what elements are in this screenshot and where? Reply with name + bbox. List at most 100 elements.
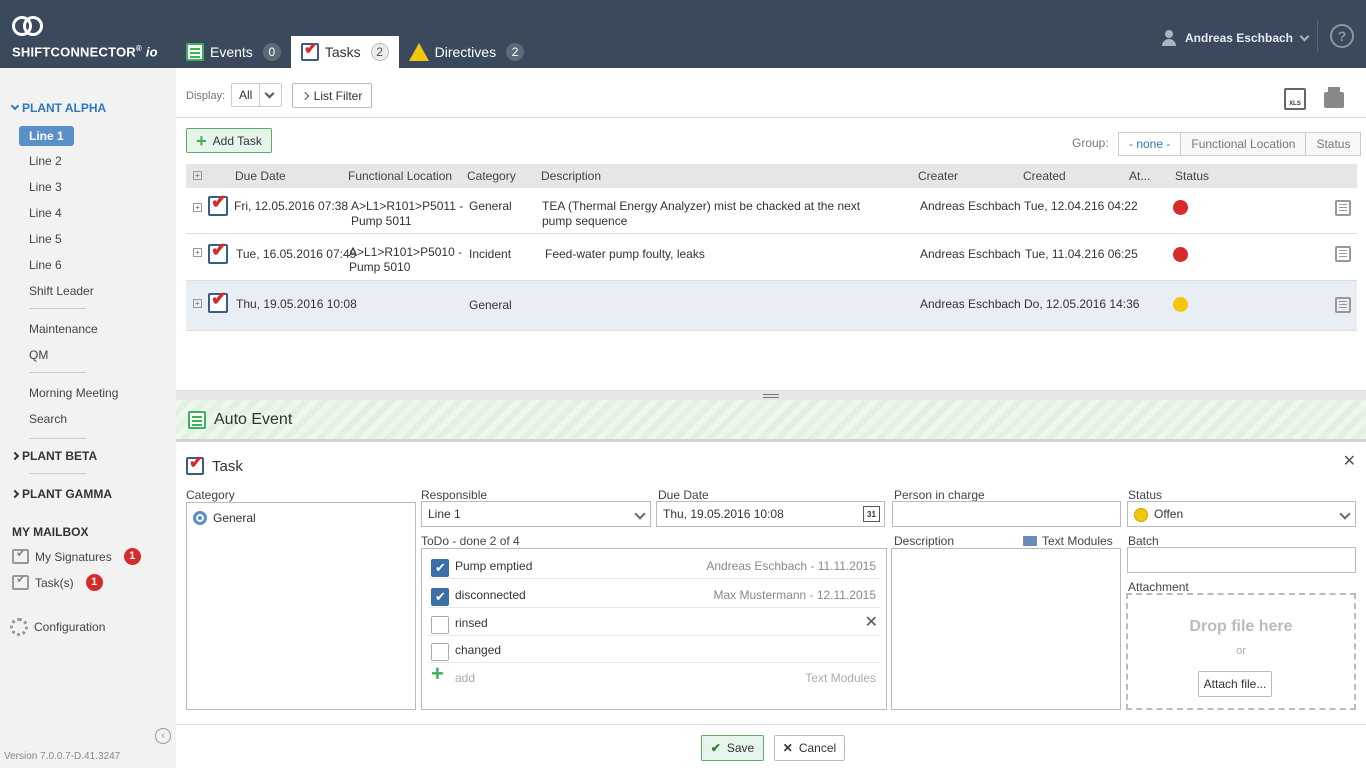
app-logo[interactable]: SHIFTCONNECTOR® io — [12, 16, 158, 59]
sidebar-plant-beta[interactable]: PLANT BETA — [10, 449, 97, 463]
plus-icon: + — [196, 130, 207, 151]
col-created[interactable]: Created — [1023, 169, 1066, 183]
export-xls-icon[interactable]: XLS — [1284, 88, 1306, 110]
col-creater[interactable]: Creater — [918, 169, 958, 183]
cancel-button[interactable]: ✕ Cancel — [774, 735, 845, 761]
expand-row-icon[interactable]: + — [193, 299, 202, 308]
col-status[interactable]: Status — [1175, 169, 1209, 183]
events-icon — [188, 410, 206, 429]
tab-events[interactable]: Events 0 — [176, 36, 291, 68]
add-note-icon[interactable] — [1335, 246, 1351, 262]
text-modules-button[interactable]: Text Modules — [1023, 534, 1113, 548]
expand-row-icon[interactable]: + — [193, 203, 202, 212]
status-select[interactable]: Offen — [1127, 501, 1356, 527]
add-note-icon[interactable] — [1335, 297, 1351, 313]
tab-directives[interactable]: Directives 2 — [399, 36, 534, 68]
add-task-button[interactable]: + Add Task — [186, 128, 272, 153]
todo-add-row[interactable]: + add Text Modules — [428, 663, 880, 691]
expand-row-icon[interactable]: + — [193, 248, 202, 257]
todo-item[interactable]: changed — [428, 635, 880, 663]
sidebar-item-maintenance[interactable]: Maintenance — [29, 322, 98, 336]
row-created: Tue, 12.04.216 04:22 — [1024, 199, 1138, 213]
gear-icon — [10, 618, 28, 636]
row-created: Do, 12.05.2016 14:36 — [1024, 297, 1140, 311]
attachment-label: Attachment — [1128, 580, 1189, 594]
todo-list: Pump emptied Andreas Eschbach - 11.11.20… — [421, 548, 887, 710]
col-attachments[interactable]: At... — [1129, 169, 1150, 183]
sidebar-item-line-1[interactable]: Line 1 — [19, 126, 74, 146]
drag-handle-icon — [763, 394, 779, 398]
due-date-input[interactable]: Thu, 19.05.2016 10:08 31 — [656, 501, 885, 527]
batch-input[interactable] — [1127, 547, 1356, 573]
divider — [1317, 20, 1318, 52]
expand-all-icon[interactable]: + — [193, 171, 202, 180]
todo-text-modules[interactable]: Text Modules — [805, 671, 876, 685]
sidebar-item-line-5[interactable]: Line 5 — [29, 232, 62, 246]
sidebar-item-line-6[interactable]: Line 6 — [29, 258, 62, 272]
group-functional-location-button[interactable]: Functional Location — [1180, 132, 1307, 156]
todo-item[interactable]: rinsed ✕ — [428, 608, 880, 636]
category-option-general[interactable]: General — [193, 511, 256, 525]
chevron-down-icon — [264, 88, 275, 99]
table-row[interactable]: + Fri, 12.05.2016 07:38 A>L1>R101>P5011 … — [186, 188, 1357, 234]
description-textarea[interactable] — [891, 548, 1121, 710]
todo-item[interactable]: Pump emptied Andreas Eschbach - 11.11.20… — [428, 551, 880, 579]
sidebar-item-tasks[interactable]: Task(s) 1 — [12, 572, 103, 591]
attachment-dropzone[interactable]: Drop file here or Attach file... — [1126, 593, 1356, 710]
sidebar-item-shift-leader[interactable]: Shift Leader — [29, 284, 94, 298]
sidebar: PLANT ALPHA Line 1 Line 2 Line 3 Line 4 … — [0, 68, 176, 768]
sidebar-item-morning-meeting[interactable]: Morning Meeting — [29, 386, 118, 400]
sidebar-item-line-3[interactable]: Line 3 — [29, 180, 62, 194]
sidebar-item-search[interactable]: Search — [29, 412, 67, 426]
col-category[interactable]: Category — [467, 169, 516, 183]
checkbox-checked[interactable] — [431, 588, 449, 606]
close-icon[interactable]: ✕ — [1343, 451, 1356, 471]
row-location-line1: A>L1>R101>P5011 - — [351, 199, 464, 213]
panel-splitter[interactable] — [176, 390, 1366, 400]
calendar-icon[interactable]: 31 — [863, 506, 880, 522]
table-row-selected[interactable]: + Thu, 19.05.2016 10:08 General Andreas … — [186, 281, 1357, 331]
col-description[interactable]: Description — [541, 169, 601, 183]
list-filter-button[interactable]: List Filter — [292, 83, 372, 108]
checkbox-unchecked[interactable] — [431, 643, 449, 661]
warning-icon — [408, 43, 429, 61]
user-menu[interactable]: Andreas Eschbach — [1161, 30, 1310, 46]
sidebar-plant-gamma-label: PLANT GAMMA — [22, 487, 112, 501]
tasks-count: 1 — [85, 574, 103, 591]
sidebar-item-line-2[interactable]: Line 2 — [29, 154, 62, 168]
save-button[interactable]: ✔ Save — [701, 735, 764, 761]
print-icon[interactable] — [1324, 87, 1344, 108]
group-status-button[interactable]: Status — [1305, 132, 1362, 156]
delete-icon[interactable]: ✕ — [865, 612, 878, 632]
person-in-charge-input[interactable] — [892, 501, 1121, 527]
sidebar-item-configuration[interactable]: Configuration — [10, 618, 105, 636]
cancel-label: Cancel — [798, 741, 837, 755]
collapse-sidebar-icon[interactable]: ‹ — [155, 728, 171, 744]
checkbox-unchecked[interactable] — [431, 616, 449, 634]
auto-event-header[interactable]: Auto Event — [176, 400, 1366, 442]
sidebar-item-qm[interactable]: QM — [29, 348, 48, 362]
table-row[interactable]: + Tue, 16.05.2016 07:49 A>L1>R101>P5010 … — [186, 234, 1357, 281]
sidebar-item-my-signatures[interactable]: My Signatures 1 — [12, 546, 141, 565]
col-functional-location[interactable]: Functional Location — [348, 169, 452, 183]
row-creater: Andreas Eschbach — [920, 297, 1021, 311]
attach-file-button[interactable]: Attach file... — [1198, 671, 1272, 697]
logo-registered-mark: ® — [135, 44, 143, 53]
help-icon[interactable]: ? — [1330, 24, 1354, 48]
tab-tasks[interactable]: Tasks 2 — [290, 36, 399, 68]
sidebar-plant-alpha[interactable]: PLANT ALPHA — [10, 101, 106, 115]
plus-icon[interactable]: + — [431, 663, 444, 685]
responsible-select[interactable]: Line 1 — [421, 501, 651, 527]
sidebar-item-line-4[interactable]: Line 4 — [29, 206, 62, 220]
display-select[interactable]: All — [231, 83, 282, 107]
checkbox-checked[interactable] — [431, 559, 449, 577]
col-due-date[interactable]: Due Date — [235, 169, 286, 183]
sidebar-plant-gamma[interactable]: PLANT GAMMA — [10, 487, 112, 501]
group-none-button[interactable]: - none - — [1118, 132, 1182, 156]
chevron-down-icon — [1299, 31, 1310, 41]
todo-item[interactable]: disconnected Max Mustermann - 12.11.2015 — [428, 580, 880, 608]
top-bar: SHIFTCONNECTOR® io Events 0 Tasks 2 Dire… — [0, 0, 1366, 68]
due-date-value: Thu, 19.05.2016 10:08 — [663, 507, 784, 521]
add-note-icon[interactable] — [1335, 200, 1351, 216]
logo-text: SHIFTCONNECTOR — [12, 44, 136, 60]
